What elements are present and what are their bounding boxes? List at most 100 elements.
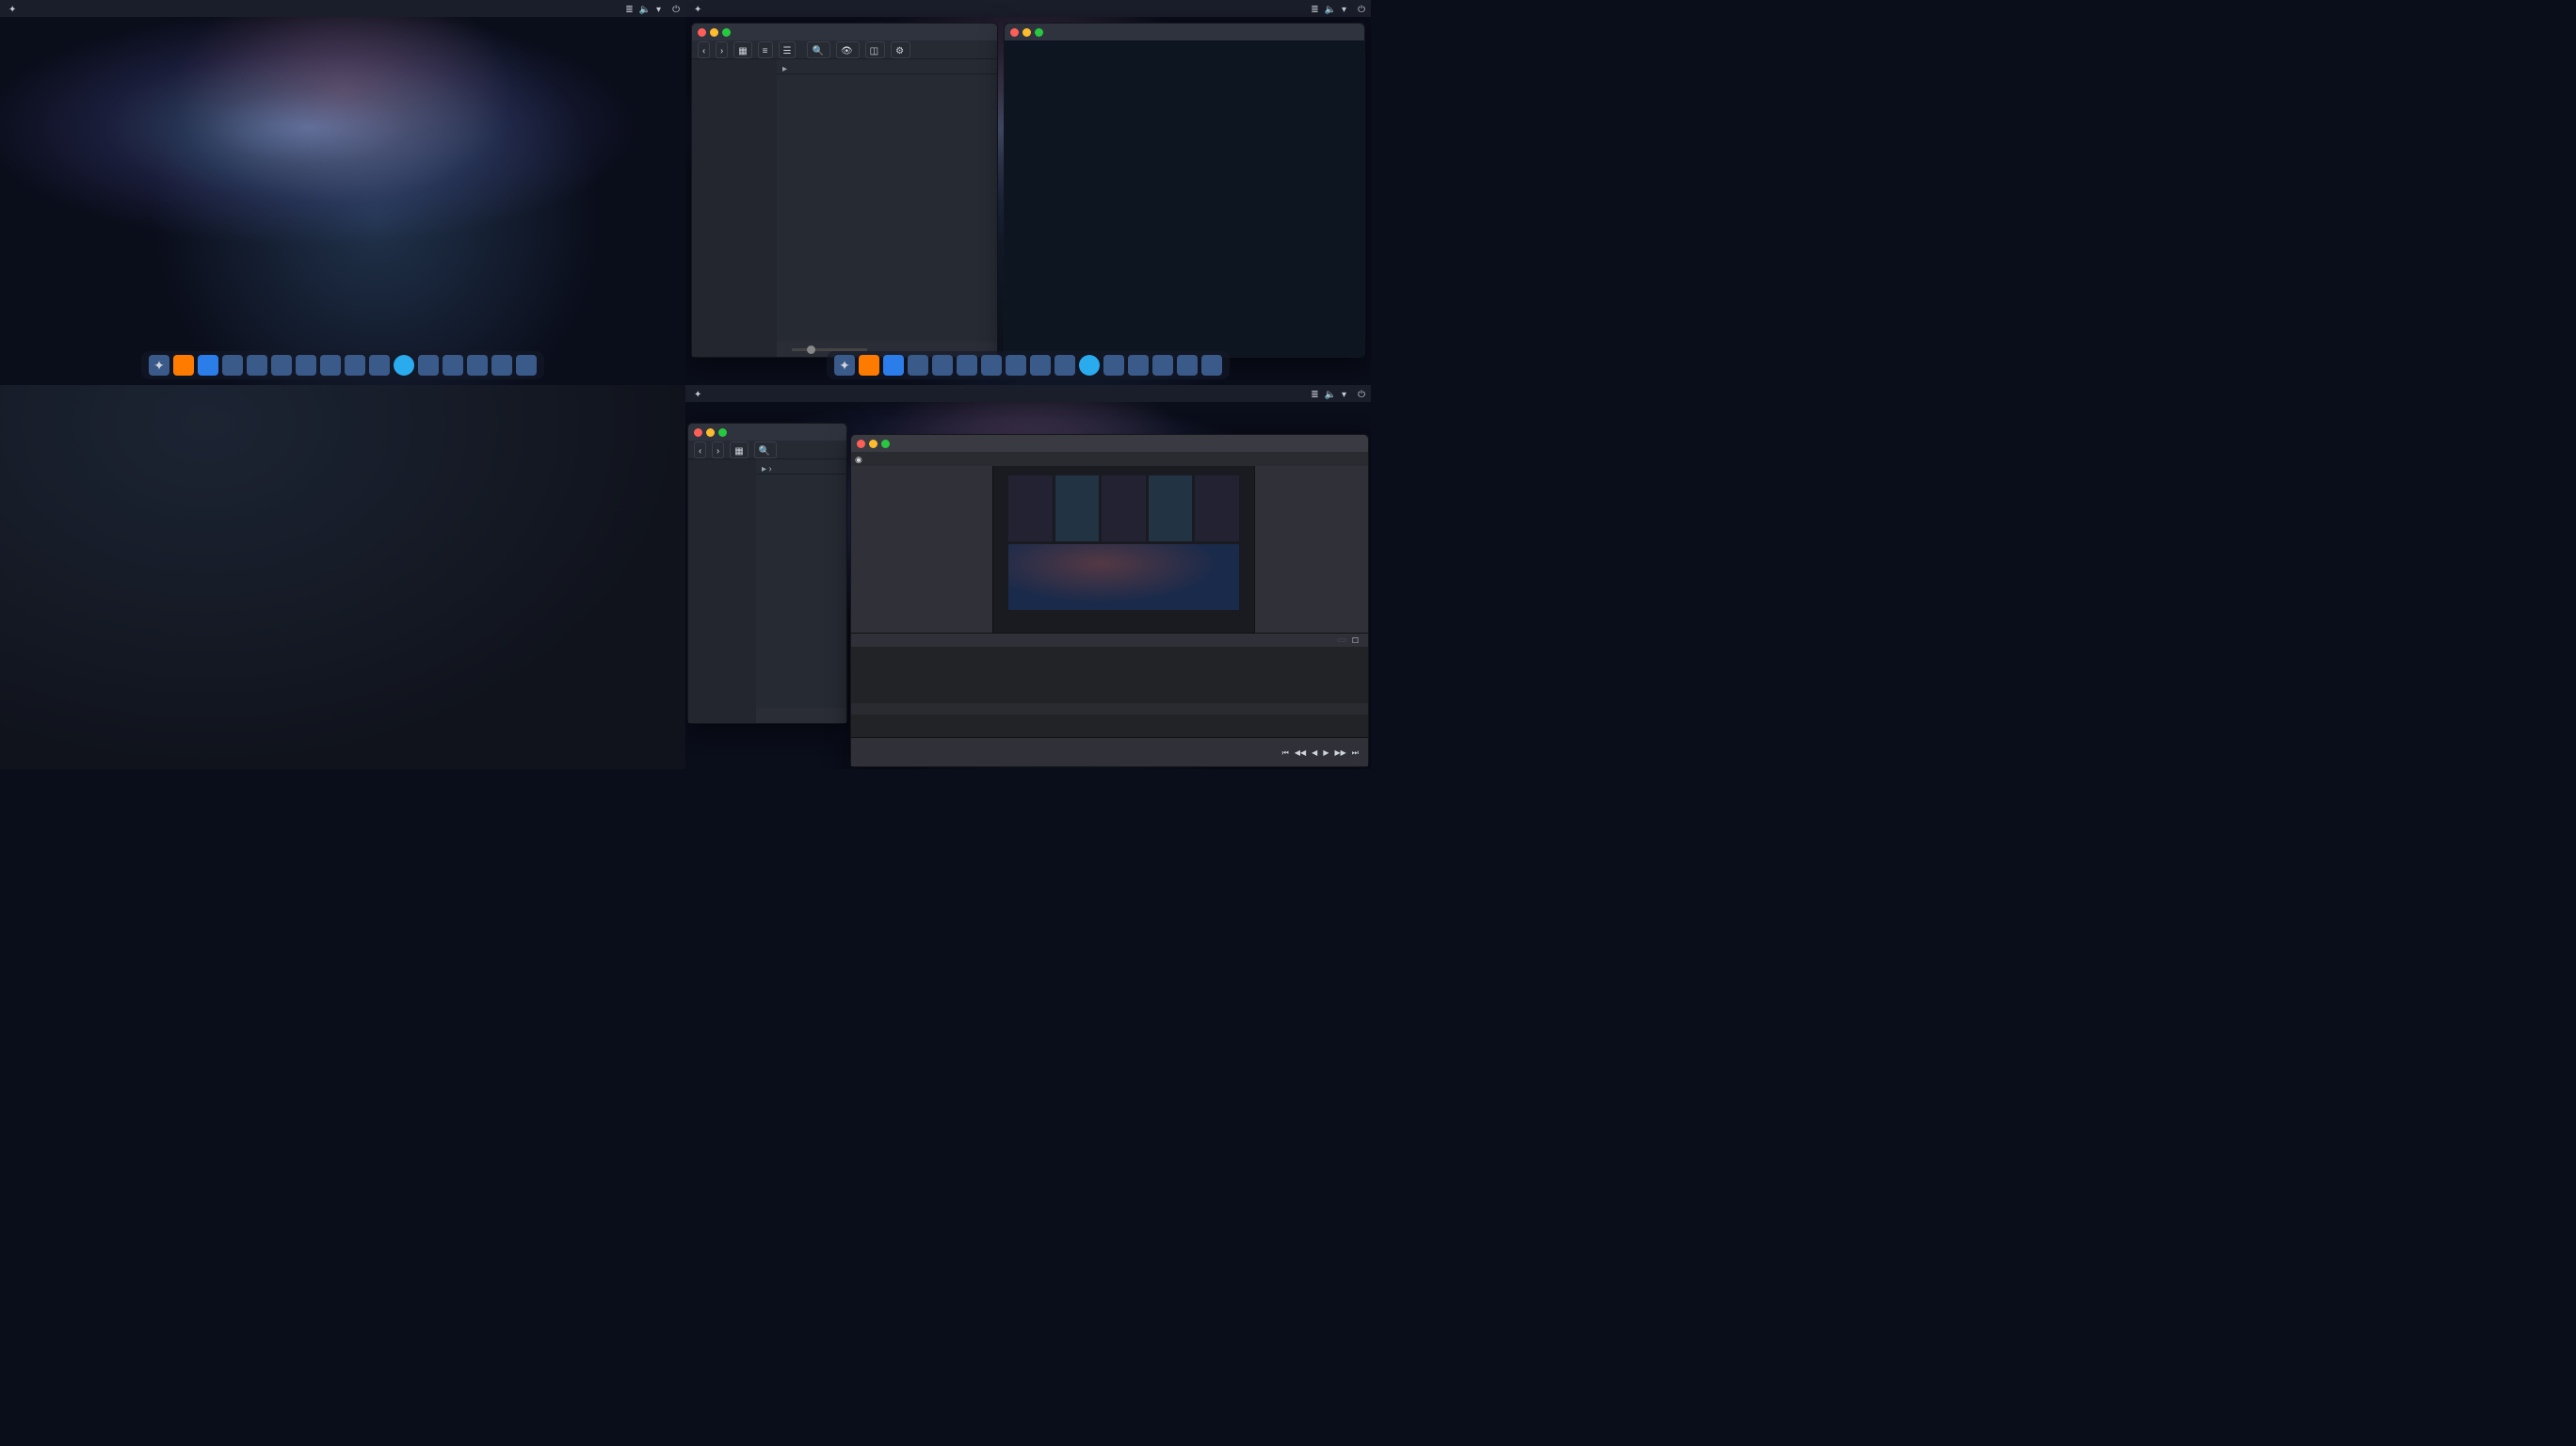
network-icon[interactable]: ≣ bbox=[625, 2, 633, 15]
dock-icon[interactable] bbox=[222, 355, 243, 376]
close-icon[interactable] bbox=[1010, 28, 1019, 37]
timeline[interactable]: ⏮ ◀◀ ◀ ▶ ▶▶ ⏭ bbox=[851, 738, 1368, 766]
logout-icon[interactable]: ⏻ bbox=[672, 2, 680, 15]
dock-icon[interactable] bbox=[981, 355, 1002, 376]
forward-button[interactable]: › bbox=[712, 442, 724, 458]
dock-icon[interactable] bbox=[271, 355, 292, 376]
dock-icon[interactable] bbox=[467, 355, 488, 376]
dolphin-screenshots-window: ‹ › ▦ 🔍 ▸ › bbox=[687, 423, 847, 724]
preview-button[interactable]: 👁 bbox=[836, 41, 860, 58]
clipboard-icon[interactable]: ▾ bbox=[1342, 387, 1346, 400]
play-next-icon[interactable]: ▶▶ bbox=[1334, 747, 1345, 758]
network-icon[interactable]: ≣ bbox=[1311, 387, 1318, 400]
find-button[interactable]: 🔍 bbox=[807, 41, 829, 58]
volume-icon[interactable]: 🔈 bbox=[1325, 2, 1336, 15]
dock-icon[interactable] bbox=[418, 355, 439, 376]
maximize-icon[interactable] bbox=[718, 428, 727, 437]
minimize-icon[interactable] bbox=[706, 428, 715, 437]
dolphin-window: ‹ › ▦ ≡ ☰ 🔍 👁 ◫ ⚙ ▸ bbox=[691, 23, 998, 358]
terminal-output[interactable] bbox=[1005, 40, 1364, 357]
close-icon[interactable] bbox=[857, 440, 865, 448]
telegram-icon[interactable] bbox=[1079, 355, 1100, 376]
dock-q1[interactable]: ✦ bbox=[141, 351, 544, 379]
view-icons[interactable]: ▦ bbox=[730, 442, 748, 458]
forward-button[interactable]: › bbox=[716, 41, 728, 58]
dolphin-icon[interactable] bbox=[1177, 355, 1198, 376]
play-reverse-icon[interactable]: ◀ bbox=[1312, 747, 1317, 758]
volume-icon[interactable]: 🔈 bbox=[1325, 387, 1336, 400]
play-icon[interactable]: ▶ bbox=[1323, 747, 1328, 758]
view-details[interactable]: ☰ bbox=[779, 41, 797, 58]
back-button[interactable]: ‹ bbox=[698, 41, 710, 58]
close-icon[interactable] bbox=[694, 428, 702, 437]
show-desktop-icon[interactable] bbox=[1201, 355, 1222, 376]
maximize-icon[interactable] bbox=[722, 28, 731, 37]
minimize-icon[interactable] bbox=[710, 28, 718, 37]
video-sequencer[interactable]: ☐ bbox=[851, 634, 1368, 737]
dock-icon[interactable] bbox=[345, 355, 365, 376]
top-panel-q4: ✦ ≣ 🔈 ▾ ⏻ bbox=[685, 385, 1371, 402]
app-menu-icon[interactable]: ✦ bbox=[8, 2, 16, 15]
chromium-icon[interactable] bbox=[198, 355, 218, 376]
control-button[interactable]: ⚙ bbox=[891, 41, 910, 58]
launcher-icon[interactable]: ✦ bbox=[834, 355, 855, 376]
dock-icon[interactable] bbox=[1006, 355, 1026, 376]
dock-icon[interactable] bbox=[1103, 355, 1124, 376]
view-icons[interactable]: ▦ bbox=[733, 41, 751, 58]
outliner-panel bbox=[1255, 466, 1368, 633]
blender-logo-icon[interactable]: ◉ bbox=[855, 453, 862, 465]
firefox-icon[interactable] bbox=[859, 355, 879, 376]
clipboard-icon[interactable]: ▾ bbox=[656, 2, 661, 15]
split-button[interactable]: ◫ bbox=[865, 41, 885, 58]
dock-icon[interactable] bbox=[1152, 355, 1173, 376]
clipboard-icon[interactable]: ▾ bbox=[1342, 2, 1346, 15]
maximize-icon[interactable] bbox=[881, 440, 890, 448]
close-icon[interactable] bbox=[698, 28, 706, 37]
logout-icon[interactable]: ⏻ bbox=[1358, 387, 1365, 400]
firefox-icon[interactable] bbox=[173, 355, 194, 376]
dolphin-icon[interactable] bbox=[491, 355, 512, 376]
telegram-icon[interactable] bbox=[394, 355, 414, 376]
vse-preview[interactable] bbox=[993, 466, 1254, 633]
launcher-icon[interactable]: ✦ bbox=[149, 355, 169, 376]
dock-icon[interactable] bbox=[957, 355, 977, 376]
minimize-icon[interactable] bbox=[1022, 28, 1031, 37]
app-menu-icon[interactable]: ✦ bbox=[694, 2, 701, 15]
dock-icon[interactable] bbox=[247, 355, 267, 376]
top-panel-q1: ✦ ≣ 🔈 ▾ ⏻ bbox=[0, 0, 685, 17]
properties-panel bbox=[851, 466, 992, 633]
dock-icon[interactable] bbox=[908, 355, 928, 376]
find-button[interactable]: 🔍 bbox=[754, 442, 777, 458]
dock-icon[interactable] bbox=[296, 355, 316, 376]
dock-icon[interactable] bbox=[1128, 355, 1149, 376]
dock-icon[interactable] bbox=[1055, 355, 1075, 376]
breadcrumb[interactable]: ▸ bbox=[777, 59, 997, 74]
show-desktop-icon[interactable] bbox=[516, 355, 537, 376]
places-panel bbox=[688, 459, 756, 723]
play-prev-icon[interactable]: ◀◀ bbox=[1295, 747, 1306, 758]
search-prompt[interactable] bbox=[0, 413, 685, 443]
konsole-window bbox=[1004, 23, 1365, 358]
view-compact[interactable]: ≡ bbox=[758, 41, 773, 58]
dock-icon[interactable] bbox=[369, 355, 390, 376]
back-button[interactable]: ‹ bbox=[694, 442, 706, 458]
dock-q2[interactable]: ✦ bbox=[827, 351, 1230, 379]
app-menu-icon[interactable]: ✦ bbox=[694, 387, 701, 400]
play-end-icon[interactable]: ⏭ bbox=[1352, 747, 1359, 758]
breadcrumb[interactable]: ▸ › bbox=[756, 459, 846, 474]
blender-window: ◉ bbox=[850, 434, 1369, 767]
network-icon[interactable]: ≣ bbox=[1311, 2, 1318, 15]
use-backdrop[interactable]: ☐ bbox=[1352, 635, 1359, 646]
volume-icon[interactable]: 🔈 bbox=[639, 2, 651, 15]
maximize-icon[interactable] bbox=[1035, 28, 1043, 37]
dock-icon[interactable] bbox=[443, 355, 463, 376]
dock-icon[interactable] bbox=[320, 355, 341, 376]
refresh-sequencer[interactable] bbox=[1337, 638, 1346, 642]
play-start-icon[interactable]: ⏮ bbox=[1282, 747, 1289, 758]
minimize-icon[interactable] bbox=[869, 440, 877, 448]
dock-icon[interactable] bbox=[932, 355, 953, 376]
dock-icon[interactable] bbox=[1030, 355, 1051, 376]
places-panel bbox=[692, 59, 777, 357]
chromium-icon[interactable] bbox=[883, 355, 904, 376]
logout-icon[interactable]: ⏻ bbox=[1358, 2, 1365, 15]
